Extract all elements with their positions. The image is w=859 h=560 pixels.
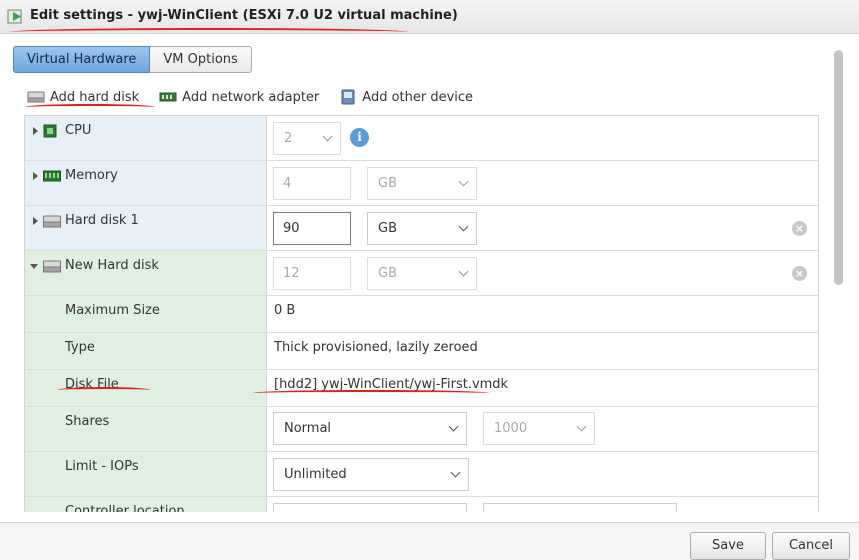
shares-amount-select[interactable]: 1000 [483,412,595,445]
dialog-footer: Save Cancel [0,522,859,560]
add-network-adapter-button[interactable]: Add network adapter [159,90,319,105]
chevron-down-icon [458,266,469,277]
remove-new-hard-disk-icon[interactable]: × [792,266,807,281]
annotation-underline [10,28,408,36]
annotation-underline [25,104,155,110]
tab-bar: Virtual Hardware VM Options [13,46,252,73]
shares-select-value: Normal [284,421,332,436]
shares-select[interactable]: Normal [273,412,467,445]
hard-disk-1-label: Hard disk 1 [65,213,139,228]
chevron-down-icon [450,467,461,478]
remove-hard-disk-1-icon[interactable]: × [792,221,807,236]
chevron-down-icon [458,221,469,232]
tab-vm-options[interactable]: VM Options [150,46,252,73]
new-hard-disk-size-input[interactable]: 12 [273,257,351,290]
add-hard-disk-label: Add hard disk [50,89,140,105]
cpu-select-value: 2 [284,131,293,146]
limit-iops-label: Limit - IOPs [65,459,139,474]
add-other-device-button[interactable]: Add other device [339,89,473,105]
chevron-down-icon [322,131,333,142]
memory-input[interactable]: 4 [273,167,351,200]
collapse-arrow-icon[interactable] [30,264,38,269]
expand-arrow-icon[interactable] [33,217,38,225]
hard-disk-icon [43,260,61,273]
save-button[interactable]: Save [690,532,766,560]
hard-disk-icon [27,91,45,103]
cancel-button[interactable]: Cancel [772,532,850,560]
maximum-size-row: Maximum Size 0 B [25,296,818,333]
add-network-adapter-label: Add network adapter [182,89,320,105]
expand-arrow-icon[interactable] [33,172,38,180]
memory-icon [43,170,61,182]
type-row: Type Thick provisioned, lazily zeroed [25,333,818,370]
new-hard-disk-row: New Hard disk 12 GB × [25,251,818,296]
hard-disk-1-size-input[interactable]: 90 [273,212,351,245]
limit-iops-row: Limit - IOPs Unlimited [25,452,818,497]
shares-row: Shares Normal 1000 [25,407,818,452]
new-hard-disk-unit-select[interactable]: GB [367,257,477,290]
memory-unit-select[interactable]: GB [367,167,477,200]
dialog-title: Edit settings - ywj-WinClient (ESXi 7.0 … [30,8,458,23]
hard-disk-1-unit-value: GB [378,221,397,236]
controller-slot-select[interactable] [483,503,677,512]
maximum-size-label: Maximum Size [65,303,160,318]
controller-select[interactable] [273,503,467,512]
expand-arrow-icon[interactable] [33,127,38,135]
hard-disk-1-row: Hard disk 1 90 GB × [25,206,818,251]
cpu-label: CPU [65,123,92,138]
shares-amount-value: 1000 [494,421,528,436]
cpu-select[interactable]: 2 [273,122,341,155]
memory-unit-value: GB [378,176,397,191]
add-other-device-label: Add other device [362,89,474,105]
shares-label: Shares [65,414,110,429]
hard-disk-1-unit-select[interactable]: GB [367,212,477,245]
controller-location-label: Controller location [65,504,185,512]
type-label: Type [65,340,95,355]
new-hard-disk-unit-value: GB [378,266,397,281]
network-adapter-icon [159,92,177,102]
hard-disk-icon [43,215,61,228]
new-hard-disk-label: New Hard disk [65,258,159,273]
chevron-down-icon [576,421,587,432]
cpu-row: CPU 2 i [25,116,818,161]
hardware-grid: CPU 2 i Memory 4 GB Hard disk 1 90 GB × … [24,115,819,512]
other-device-icon [341,89,355,105]
memory-label: Memory [65,168,118,183]
controller-location-row: Controller location [25,497,818,512]
limit-iops-select-value: Unlimited [284,467,347,482]
maximum-size-value: 0 B [274,303,296,318]
chevron-down-icon [458,176,469,187]
scrollbar-thumb[interactable] [834,50,843,285]
annotation-underline [58,387,150,393]
type-value: Thick provisioned, lazily zeroed [274,340,478,355]
info-icon[interactable]: i [350,128,369,147]
annotation-underline [253,390,489,396]
add-hard-disk-button[interactable]: Add hard disk [27,90,139,105]
chevron-down-icon [448,421,459,432]
cpu-icon [43,124,57,138]
limit-iops-select[interactable]: Unlimited [273,458,469,491]
vm-power-icon [7,9,22,24]
memory-row: Memory 4 GB [25,161,818,206]
tab-virtual-hardware[interactable]: Virtual Hardware [13,46,151,73]
